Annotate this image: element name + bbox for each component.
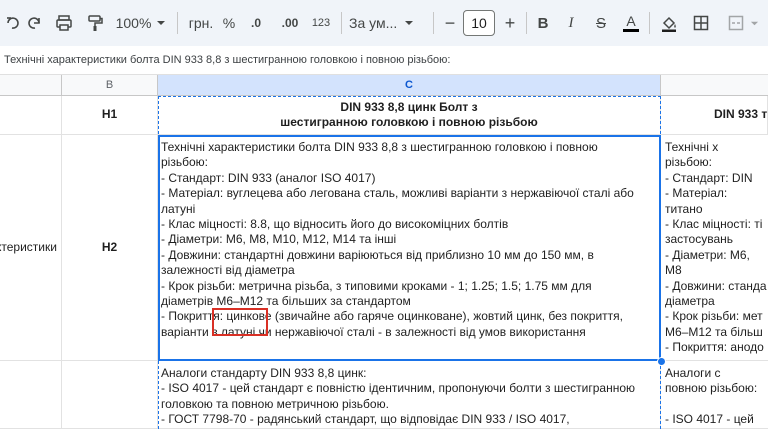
font-family-select[interactable]: За ум...: [349, 6, 429, 40]
toolbar-divider: [341, 12, 342, 34]
text-color-button[interactable]: A: [621, 6, 641, 40]
cell-a2[interactable]: ктеристики: [0, 135, 62, 361]
cell-d3-text: Аналоги с повною різьбою: - ISO 4017 - ц…: [665, 366, 758, 428]
cell-a1[interactable]: [0, 96, 62, 135]
cell-b2[interactable]: H2: [62, 135, 158, 361]
chevron-down-icon: [750, 21, 758, 25]
borders-icon[interactable]: [690, 6, 712, 40]
zoom-select[interactable]: 100%: [112, 6, 170, 40]
spreadsheet-grid: B C H1 DIN 933 8,8 цинк Болт з шестигран…: [0, 75, 768, 429]
merge-cells-icon[interactable]: [720, 6, 766, 40]
percent-label: %: [222, 15, 236, 31]
cell-c3[interactable]: Аналоги стандарту DIN 933 8,8 цинк: - IS…: [158, 361, 661, 429]
italic-button[interactable]: I: [561, 6, 581, 40]
strikethrough-label: S: [595, 14, 606, 32]
cell-b2-text: H2: [101, 239, 118, 254]
cell-c1[interactable]: DIN 933 8,8 цинк Болт з шестигранною гол…: [158, 96, 661, 135]
bold-button[interactable]: B: [533, 6, 553, 40]
font-size-value: 10: [471, 15, 487, 31]
italic-label: I: [568, 14, 574, 31]
formula-bar-content[interactable]: Технічні характеристики болта DIN 933 8,…: [4, 54, 450, 66]
toolbar-divider: [526, 12, 527, 34]
text-color-label: A: [626, 13, 636, 29]
font-family-value: За ум...: [349, 15, 398, 31]
print-icon[interactable]: [52, 6, 76, 40]
cell-b1[interactable]: H1: [62, 96, 158, 135]
decrease-decimal-label: .0: [250, 16, 261, 30]
toolbar-divider: [649, 12, 650, 34]
fill-color-icon[interactable]: [658, 6, 680, 40]
cell-c2-text: Технічні характеристики болта DIN 933 8,…: [161, 140, 634, 339]
decrease-decimal-button[interactable]: .0: [244, 6, 268, 40]
cell-d1-text: DIN 933 т: [714, 107, 768, 122]
increase-decimal-label: .00: [281, 16, 299, 30]
bold-label: B: [537, 14, 549, 32]
increase-decimal-button[interactable]: .00: [275, 6, 305, 40]
cell-d2-text: Технічні х різьбою: - Стандарт: DIN - Ма…: [665, 140, 767, 360]
toolbar-divider: [177, 12, 178, 34]
column-header-b[interactable]: B: [62, 75, 158, 96]
column-header-b-label: B: [105, 79, 114, 91]
column-header-a[interactable]: [0, 75, 62, 96]
cell-d3[interactable]: Аналоги с повною різьбою: - ISO 4017 - ц…: [661, 361, 768, 429]
undo-icon[interactable]: [2, 6, 22, 40]
chevron-down-icon: [157, 21, 166, 25]
fill-handle[interactable]: [657, 357, 666, 366]
cell-c1-text: DIN 933 8,8 цинк Болт з шестигранною гол…: [280, 100, 538, 129]
minus-label: −: [444, 12, 456, 33]
column-header-d[interactable]: [661, 75, 768, 96]
column-header-c-label: C: [405, 79, 413, 91]
chevron-down-icon: [405, 21, 414, 25]
column-header-c[interactable]: C: [158, 75, 661, 96]
cell-b3[interactable]: [62, 361, 158, 429]
redo-icon[interactable]: [24, 6, 46, 40]
currency-format-button[interactable]: грн.: [185, 6, 217, 40]
cell-a2-text: ктеристики: [0, 239, 57, 254]
formula-bar[interactable]: Технічні характеристики болта DIN 933 8,…: [0, 46, 768, 75]
cell-b1-text: H1: [101, 107, 118, 122]
text-color-swatch: [623, 29, 639, 32]
number-format-button[interactable]: 123: [308, 6, 334, 40]
zoom-value: 100%: [115, 15, 152, 31]
plus-label: +: [504, 12, 516, 33]
cell-c2[interactable]: Технічні характеристики болта DIN 933 8,…: [158, 135, 661, 361]
toolbar: 100% грн. % .0 .00 123 За ум... − 10 + B…: [0, 0, 768, 46]
cell-d2[interactable]: Технічні х різьбою: - Стандарт: DIN - Ма…: [661, 135, 768, 361]
strikethrough-button[interactable]: S: [591, 6, 611, 40]
toolbar-divider: [433, 12, 434, 34]
cell-d1[interactable]: DIN 933 т: [661, 96, 768, 135]
cell-a3[interactable]: [0, 361, 62, 429]
font-size-input[interactable]: 10: [463, 10, 495, 36]
percent-format-button[interactable]: %: [219, 6, 239, 40]
currency-label: грн.: [188, 15, 214, 31]
font-size-increase-button[interactable]: +: [499, 6, 521, 40]
paint-format-icon[interactable]: [84, 6, 106, 40]
font-size-decrease-button[interactable]: −: [440, 6, 460, 40]
number-format-label: 123: [311, 17, 331, 29]
cell-c3-text: Аналоги стандарту DIN 933 8,8 цинк: - IS…: [161, 366, 635, 427]
